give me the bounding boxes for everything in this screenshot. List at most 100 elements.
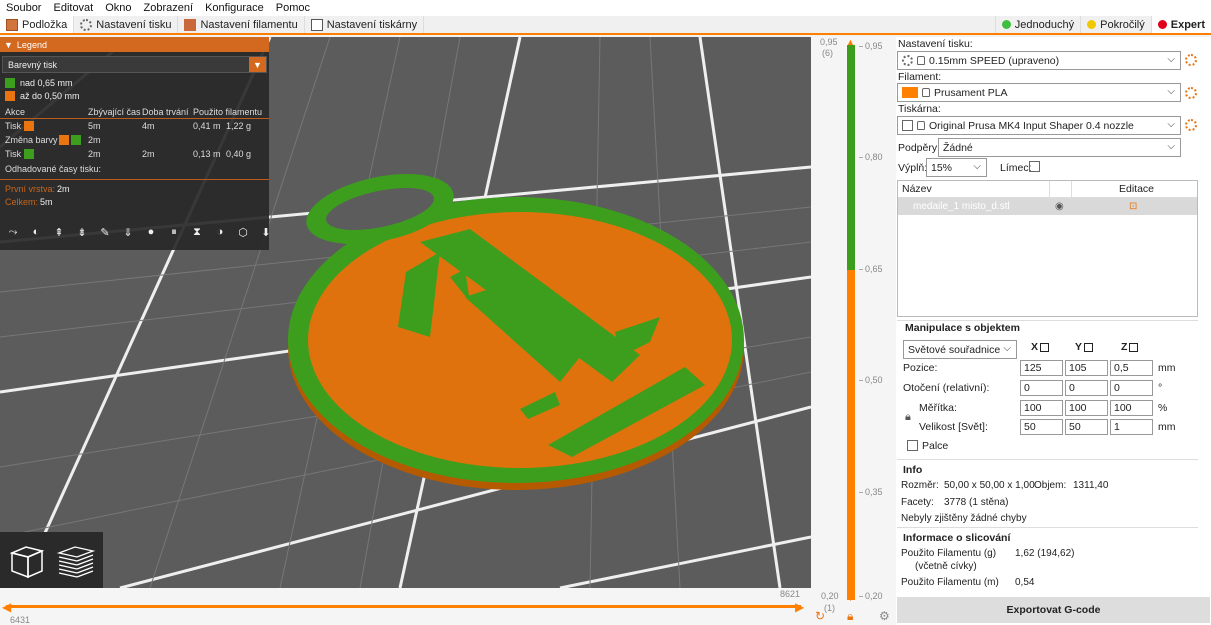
position-y-input[interactable]: 105 xyxy=(1065,360,1108,376)
shells-icon[interactable]: ⬡ xyxy=(234,223,252,241)
row-action: Změna barvy xyxy=(5,135,58,145)
slider-right-knob-icon[interactable]: ▶ xyxy=(795,600,804,614)
supports-combo[interactable]: Žádné ⌵ xyxy=(938,138,1181,157)
printer-value: Original Prusa MK4 Input Shaper 0.4 nozz… xyxy=(929,119,1134,132)
tick-label: 0,95 xyxy=(859,41,883,51)
menu-konfigurace[interactable]: Konfigurace xyxy=(205,2,264,14)
tab-plate[interactable]: Podložka xyxy=(0,16,75,33)
scale-y-input[interactable]: 100 xyxy=(1065,400,1108,416)
layers-view-button[interactable] xyxy=(55,538,98,582)
col-action: Akce xyxy=(5,107,26,117)
print-settings-value: 0.15mm SPEED (upraveno) xyxy=(929,54,1060,67)
edit-printer-gear-icon[interactable] xyxy=(1185,119,1197,131)
tab-printer-settings-label: Nastavení tiskárny xyxy=(326,18,418,31)
tab-print-settings[interactable]: Nastavení tisku xyxy=(74,16,179,33)
slider-right-value: 8621 xyxy=(780,589,801,599)
retraction-icon[interactable]: ⇞ xyxy=(50,223,68,241)
cube-icon xyxy=(9,546,45,579)
mode-simple-label: Jednoduchý xyxy=(1014,18,1075,31)
mode-expert[interactable]: Expert xyxy=(1150,16,1211,33)
scale-x-input[interactable]: 100 xyxy=(1020,400,1063,416)
slider-left-knob-icon[interactable]: ◀ xyxy=(2,600,11,614)
info-panel: Info Rozměr: 50,00 x 50,00 x 1,00 Objem:… xyxy=(897,459,1198,525)
wipe-icon[interactable]: ◐ xyxy=(27,223,45,241)
filament-m-label: Použito Filamentu (m) xyxy=(901,577,999,588)
tab-printer-settings[interactable]: Nastavení tiskárny xyxy=(305,16,425,33)
coordinate-system-combo[interactable]: Světové souřadnice ⌵ xyxy=(903,340,1017,359)
legend-header[interactable]: ▼ Legend xyxy=(0,37,269,52)
inches-checkbox[interactable] xyxy=(907,440,918,451)
supports-value: Žádné xyxy=(943,141,973,154)
3d-view-button[interactable] xyxy=(6,538,49,582)
eye-icon[interactable]: ◉ xyxy=(1055,201,1064,212)
tool-change-icon[interactable]: ⇓ xyxy=(119,223,137,241)
custom-gcode-icon[interactable]: ⧗ xyxy=(188,223,206,241)
position-z-input[interactable]: 0,5 xyxy=(1110,360,1153,376)
pause-icon[interactable]: ⏸ xyxy=(165,223,183,241)
mode-advanced[interactable]: Pokročilý xyxy=(1080,16,1151,33)
scale-lock-icon[interactable]: 🔒︎ xyxy=(905,411,911,424)
orange-swatch-icon xyxy=(59,135,69,145)
size-z-input[interactable]: 1 xyxy=(1110,419,1153,435)
print-settings-combo[interactable]: 0.15mm SPEED (upraveno) ⌵ xyxy=(897,51,1181,70)
tool-marker-icon[interactable]: ⬇ xyxy=(257,223,275,241)
object-list[interactable]: Název Editace medaile_1 misto_d.stl ◉ ⊡ xyxy=(897,180,1198,317)
menu-pomoc[interactable]: Pomoc xyxy=(276,2,310,14)
undo-arrow-icon[interactable]: ↻ xyxy=(815,609,825,623)
center-of-gravity-icon[interactable]: ◑ xyxy=(211,223,229,241)
slider-green-range xyxy=(847,45,855,270)
export-gcode-button[interactable]: Exportovat G-code xyxy=(897,597,1210,623)
slider-top-index: (6) xyxy=(822,48,833,58)
menu-zobrazeni[interactable]: Zobrazení xyxy=(144,2,194,14)
table-row: Tisk 2m 2m 0,13 m 0,40 g xyxy=(0,147,269,161)
printer-combo[interactable]: Original Prusa MK4 Input Shaper 0.4 nozz… xyxy=(897,116,1181,135)
layers-icon xyxy=(56,546,96,578)
size-unit: mm xyxy=(1158,421,1176,433)
menu-soubor[interactable]: Soubor xyxy=(6,2,41,14)
rotation-label: Otočení (relativní): xyxy=(903,382,990,394)
menu-editovat[interactable]: Editovat xyxy=(53,2,93,14)
position-x-input[interactable]: 125 xyxy=(1020,360,1063,376)
legend-view-type-select[interactable]: Barevný tisk ▼ xyxy=(2,56,267,73)
facets-value: 3778 (1 stěna) xyxy=(944,497,1009,508)
simple-mode-dot-icon xyxy=(1001,20,1011,29)
horizontal-move-slider[interactable]: ◀ ▶ 6431 8621 xyxy=(0,588,811,625)
edit-preset-gear-icon[interactable] xyxy=(1185,54,1197,66)
travel-icon[interactable]: ⤳ xyxy=(4,223,22,241)
table-row: Tisk 5m 4m 0,41 m 1,22 g xyxy=(0,119,269,133)
rotation-y-input[interactable]: 0 xyxy=(1065,380,1108,396)
cog-icon[interactable]: ⚙ xyxy=(879,609,890,623)
edit-filament-gear-icon[interactable] xyxy=(1185,87,1197,99)
menu-okno[interactable]: Okno xyxy=(105,2,131,14)
size-y-input[interactable]: 50 xyxy=(1065,419,1108,435)
coordinate-system-value: Světové souřadnice xyxy=(908,343,1001,356)
slider-bottom-knob-icon[interactable]: ▼ xyxy=(846,593,855,603)
row-duration: 4m xyxy=(142,121,155,131)
vertical-layer-slider[interactable]: 0,95 (6) ▲ ▼ 0,95 0,80 0,65 0,50 0,35 0,… xyxy=(811,37,896,625)
infill-combo[interactable]: 15% ⌵ xyxy=(926,158,987,177)
edit-object-icon[interactable]: ⊡ xyxy=(1129,201,1137,212)
seams-icon[interactable]: ✎ xyxy=(96,223,114,241)
tick-label: 0,20 xyxy=(859,591,883,601)
legend-title: Legend xyxy=(16,39,47,50)
color-change-icon[interactable]: ● xyxy=(142,223,160,241)
printer-icon xyxy=(310,18,323,31)
slice-info-title: Informace o slicování xyxy=(903,532,1011,544)
dims-label: Rozměr: xyxy=(901,480,939,491)
lock-icon[interactable]: 🔒︎ xyxy=(847,609,853,624)
slider-left-value: 6431 xyxy=(10,615,31,625)
mode-simple[interactable]: Jednoduchý xyxy=(994,16,1080,33)
object-manipulation-panel: Manipulace s objektem Světové souřadnice… xyxy=(897,320,1198,455)
list-item[interactable]: medaile_1 misto_d.stl ◉ ⊡ xyxy=(898,198,1197,215)
size-x-input[interactable]: 50 xyxy=(1020,419,1063,435)
scale-z-input[interactable]: 100 xyxy=(1110,400,1153,416)
rotation-z-input[interactable]: 0 xyxy=(1110,380,1153,396)
infill-label: Výplň: xyxy=(898,162,928,174)
tab-filament-settings[interactable]: Nastavení filamentu xyxy=(178,16,305,33)
chevron-down-icon: ⌵ xyxy=(1167,141,1175,152)
first-layer-row: První vrstva: 2m xyxy=(0,182,269,195)
rotation-x-input[interactable]: 0 xyxy=(1020,380,1063,396)
deretraction-icon[interactable]: ⇟ xyxy=(73,223,91,241)
brim-checkbox[interactable] xyxy=(1029,161,1040,172)
filament-combo[interactable]: Prusament PLA ⌵ xyxy=(897,83,1181,102)
